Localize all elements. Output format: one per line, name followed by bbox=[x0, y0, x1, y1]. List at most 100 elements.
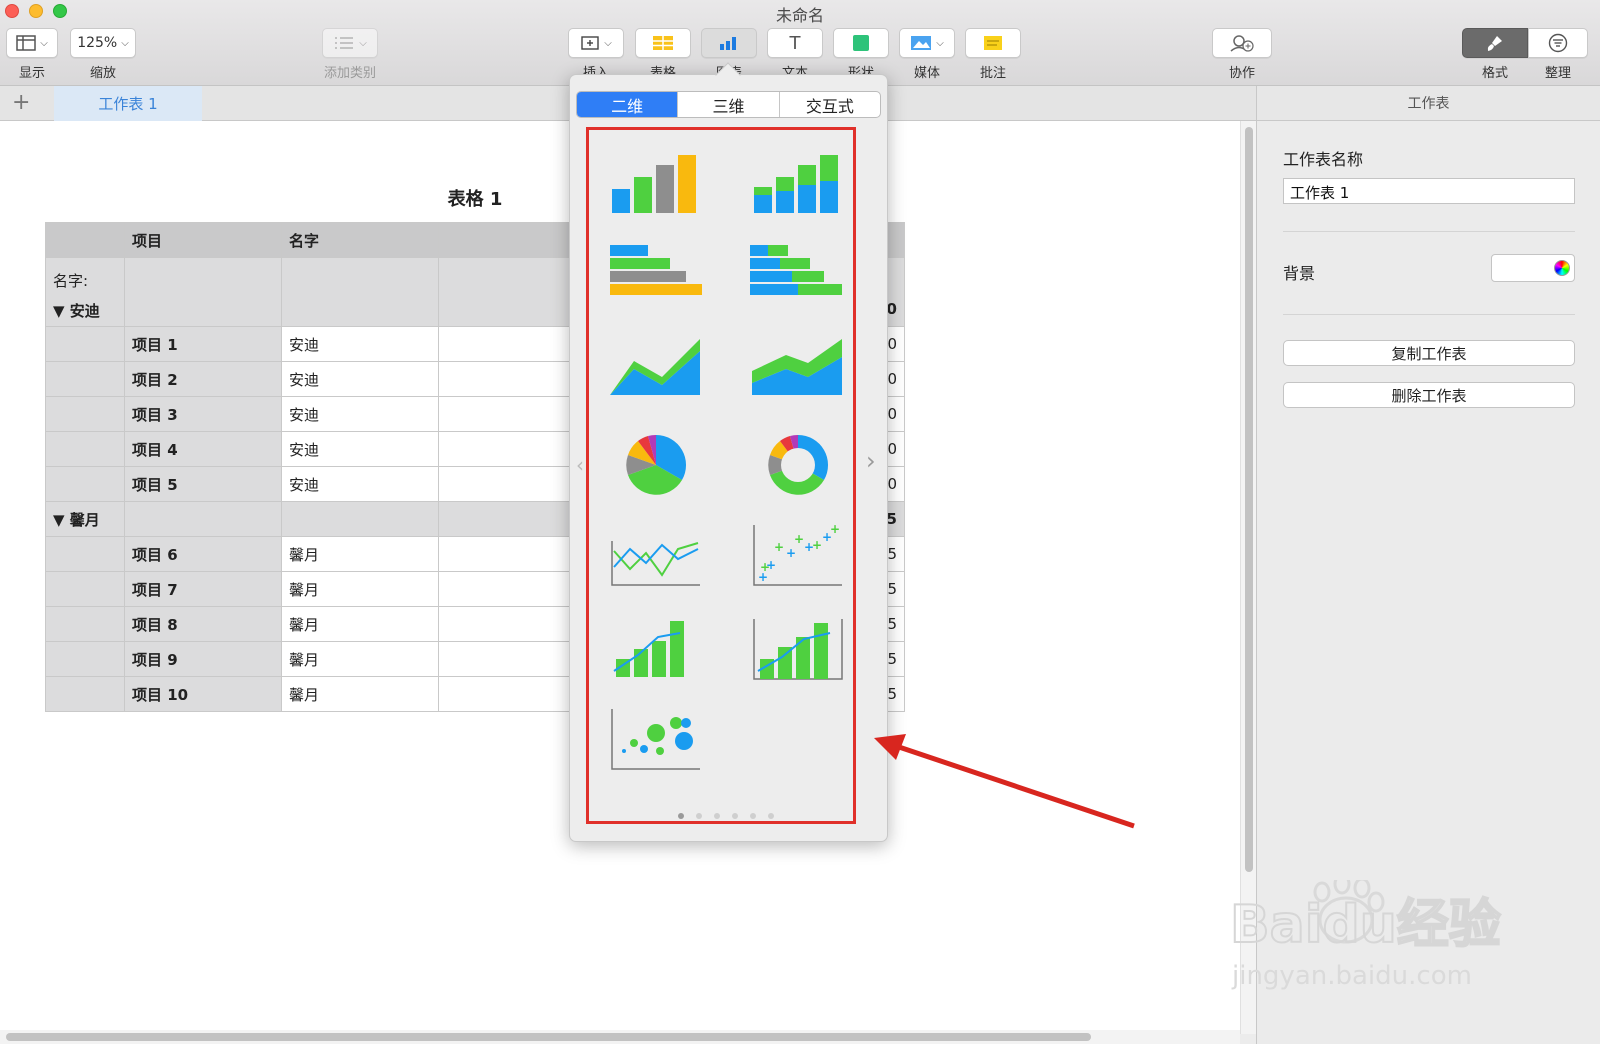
item-cell[interactable]: 项目 6 bbox=[124, 536, 282, 572]
name-cell[interactable]: 馨月 bbox=[281, 676, 439, 712]
segment-3d[interactable]: 三维 bbox=[678, 92, 780, 117]
next-page-icon[interactable]: › bbox=[866, 447, 876, 475]
name-cell[interactable]: 馨月 bbox=[281, 536, 439, 572]
text-button[interactable]: T bbox=[767, 28, 823, 58]
comment-tool[interactable]: 批注 bbox=[965, 28, 1021, 81]
name-cell[interactable]: 安迪 bbox=[281, 361, 439, 397]
page-dot-1[interactable] bbox=[678, 813, 684, 819]
horizontal-scroll-thumb[interactable] bbox=[6, 1033, 1091, 1041]
chart-button[interactable] bbox=[701, 28, 757, 58]
page-dot-5[interactable] bbox=[750, 813, 756, 819]
collaborate-button[interactable] bbox=[1212, 28, 1272, 58]
donut-chart-icon[interactable] bbox=[746, 425, 846, 505]
table-cell[interactable] bbox=[45, 466, 125, 502]
item-cell[interactable]: 项目 7 bbox=[124, 571, 282, 607]
svg-text:+: + bbox=[794, 532, 804, 546]
disclosure-triangle-icon[interactable]: ▼ bbox=[53, 511, 65, 529]
horizontal-scrollbar[interactable] bbox=[0, 1030, 1240, 1044]
view-tool[interactable]: ⌵ 显示 bbox=[6, 28, 58, 81]
bar-chart-icon[interactable] bbox=[604, 239, 704, 319]
collaborate-tool[interactable]: 协作 bbox=[1212, 28, 1272, 81]
page-dot-6[interactable] bbox=[768, 813, 774, 819]
two-axis-chart-icon[interactable] bbox=[746, 613, 846, 693]
stacked-column-chart-icon[interactable] bbox=[746, 149, 846, 229]
color-wheel-icon[interactable] bbox=[1554, 260, 1570, 276]
tab-sheet-1[interactable]: 工作表 1 bbox=[54, 86, 202, 121]
table-cell[interactable] bbox=[281, 501, 439, 537]
item-cell[interactable]: 项目 8 bbox=[124, 606, 282, 642]
pie-chart-icon[interactable] bbox=[604, 425, 704, 505]
item-cell[interactable]: 项目 9 bbox=[124, 641, 282, 677]
header-cell-blank[interactable] bbox=[45, 222, 125, 258]
table-cell[interactable] bbox=[45, 326, 125, 362]
item-cell[interactable]: 项目 4 bbox=[124, 431, 282, 467]
page-dot-2[interactable] bbox=[696, 813, 702, 819]
stacked-bar-chart-icon[interactable] bbox=[746, 239, 846, 319]
organize-tool[interactable]: 整理 bbox=[1528, 28, 1588, 81]
media-tool[interactable]: ⌵ 媒体 bbox=[899, 28, 955, 81]
mixed-chart-icon[interactable] bbox=[604, 613, 704, 693]
sheet-name-field[interactable]: 工作表 1 bbox=[1283, 178, 1575, 204]
window-title: 未命名 bbox=[775, 6, 824, 25]
bubble-chart-icon[interactable] bbox=[604, 703, 704, 783]
name-cell[interactable]: 安迪 bbox=[281, 396, 439, 432]
delete-sheet-button[interactable]: 删除工作表 bbox=[1283, 382, 1575, 408]
table-cell[interactable] bbox=[45, 536, 125, 572]
group-title[interactable]: ▼ 馨月 bbox=[45, 501, 125, 537]
format-button[interactable] bbox=[1462, 28, 1528, 58]
name-cell[interactable]: 安迪 bbox=[281, 431, 439, 467]
item-cell[interactable]: 项目 3 bbox=[124, 396, 282, 432]
group-title[interactable]: ▼ 安迪 bbox=[53, 296, 117, 326]
table-cell[interactable] bbox=[45, 676, 125, 712]
table-button[interactable] bbox=[635, 28, 691, 58]
media-button[interactable]: ⌵ bbox=[899, 28, 955, 58]
previous-page-icon[interactable]: ‹ bbox=[576, 453, 584, 477]
organize-button[interactable] bbox=[1528, 28, 1588, 58]
segment-interactive[interactable]: 交互式 bbox=[780, 92, 880, 117]
area-chart-icon[interactable] bbox=[604, 333, 704, 413]
page-dot-4[interactable] bbox=[732, 813, 738, 819]
text-t-icon: T bbox=[789, 32, 801, 54]
header-cell-item[interactable]: 项目 bbox=[124, 222, 282, 258]
table-cell[interactable] bbox=[45, 361, 125, 397]
page-dot-3[interactable] bbox=[714, 813, 720, 819]
line-chart-icon[interactable] bbox=[604, 519, 704, 599]
item-cell[interactable]: 项目 10 bbox=[124, 676, 282, 712]
column-chart-icon[interactable] bbox=[604, 149, 704, 229]
name-cell[interactable]: 馨月 bbox=[281, 571, 439, 607]
table-cell[interactable] bbox=[45, 431, 125, 467]
comment-button[interactable] bbox=[965, 28, 1021, 58]
shape-button[interactable] bbox=[833, 28, 889, 58]
add-sheet-button[interactable]: + bbox=[12, 90, 30, 115]
table-cell[interactable] bbox=[45, 396, 125, 432]
table-cell[interactable] bbox=[124, 257, 282, 327]
item-cell[interactable]: 项目 2 bbox=[124, 361, 282, 397]
background-color-well[interactable] bbox=[1491, 254, 1575, 282]
name-cell[interactable]: 馨月 bbox=[281, 606, 439, 642]
table-cell[interactable] bbox=[45, 571, 125, 607]
table-cell[interactable] bbox=[45, 606, 125, 642]
vertical-scroll-thumb[interactable] bbox=[1245, 127, 1253, 872]
name-cell[interactable]: 安迪 bbox=[281, 326, 439, 362]
insert-button[interactable]: ⌵ bbox=[568, 28, 624, 58]
segment-2d[interactable]: 二维 bbox=[577, 92, 679, 117]
item-cell[interactable]: 项目 1 bbox=[124, 326, 282, 362]
format-tool[interactable]: 格式 bbox=[1462, 28, 1528, 81]
view-button[interactable]: ⌵ bbox=[6, 28, 58, 58]
table-cell[interactable] bbox=[124, 501, 282, 537]
zoom-value: 125% bbox=[77, 35, 118, 51]
stacked-area-chart-icon[interactable] bbox=[746, 333, 846, 413]
item-cell[interactable]: 项目 5 bbox=[124, 466, 282, 502]
zoom-tool[interactable]: 125% ⌵ 缩放 bbox=[70, 28, 136, 81]
scatter-chart-icon[interactable]: +++ ++ +++ ++ bbox=[746, 519, 846, 599]
group-label-cell[interactable]: 名字: ▼ 安迪 bbox=[45, 257, 125, 327]
name-cell[interactable]: 安迪 bbox=[281, 466, 439, 502]
disclosure-triangle-icon[interactable]: ▼ bbox=[53, 302, 65, 320]
table-cell[interactable] bbox=[45, 641, 125, 677]
duplicate-sheet-button[interactable]: 复制工作表 bbox=[1283, 340, 1575, 366]
collaborate-label: 协作 bbox=[1228, 66, 1255, 81]
table-cell[interactable] bbox=[281, 257, 439, 327]
name-cell[interactable]: 馨月 bbox=[281, 641, 439, 677]
zoom-select[interactable]: 125% ⌵ bbox=[70, 28, 136, 58]
header-cell-name[interactable]: 名字 bbox=[281, 222, 439, 258]
